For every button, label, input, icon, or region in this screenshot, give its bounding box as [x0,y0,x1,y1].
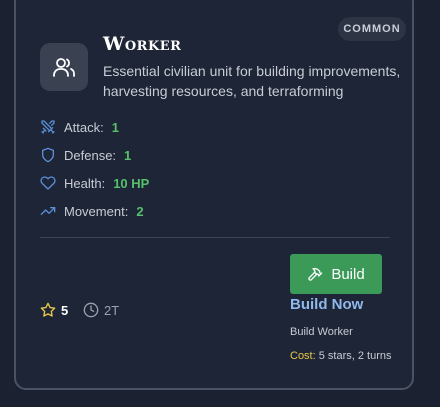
unit-description: Essential civilian unit for building imp… [103,63,401,99]
cost-value: 5 stars, 2 turns [318,350,392,362]
turn-cost: 2T [83,300,119,320]
unit-avatar [40,43,88,91]
divider [40,237,390,238]
stat-label: Defense: [64,147,117,163]
stat-value: 2 [136,203,144,219]
build-now-link[interactable]: Build Now [290,296,363,313]
swords-icon [40,119,56,135]
clock-icon [83,302,99,318]
stat-value: 1 [111,119,119,135]
stat-label: Attack: [64,119,104,135]
trending-up-icon [40,203,56,219]
build-button[interactable]: Build [290,254,382,294]
heart-icon [40,175,56,191]
stat-value: 10 HP [113,175,150,191]
stat-value: 1 [124,147,132,163]
cost-summary: Cost: 5 stars, 2 turns [290,350,392,362]
star-cost: 5 [40,300,68,320]
turn-cost-value: 2T [104,302,120,318]
star-icon [40,302,56,318]
build-subtitle: Build Worker [290,326,353,338]
build-button-label: Build [331,265,365,283]
stat-label: Health: [64,175,106,191]
star-cost-value: 5 [61,302,69,318]
stat-attack: Attack: 1 [40,117,119,137]
stat-health: Health: 10 HP [40,173,149,193]
rarity-badge: COMMON [338,17,406,41]
cost-label: Cost: [290,350,316,362]
hammer-icon [307,266,331,282]
stat-movement: Movement: 2 [40,201,144,221]
stat-label: Movement: [64,203,129,219]
unit-title: Worker [103,33,182,55]
shield-icon [40,147,56,163]
users-icon [52,55,76,79]
stat-defense: Defense: 1 [40,145,131,165]
